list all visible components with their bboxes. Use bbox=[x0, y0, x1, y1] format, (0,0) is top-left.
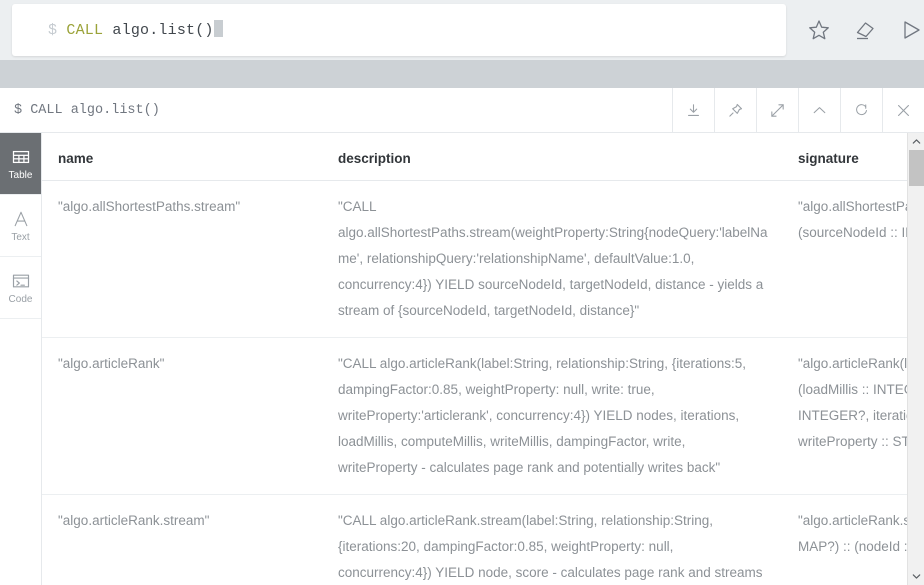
query-editor-input[interactable]: $ CALL algo.list() bbox=[12, 19, 223, 41]
query-editor-card[interactable]: $ CALL algo.list() bbox=[12, 4, 786, 56]
sidebar-item-table-label: Table bbox=[8, 169, 33, 181]
sidebar-item-text[interactable]: Text bbox=[0, 195, 41, 257]
table-row: "algo.articleRank" "CALL algo.articleRan… bbox=[42, 337, 924, 495]
refresh-icon[interactable] bbox=[840, 88, 882, 133]
sidebar-item-code[interactable]: Code bbox=[0, 257, 41, 319]
result-frame-header: $ CALL algo.list() bbox=[0, 88, 924, 133]
cell-name: "algo.articleRank" bbox=[42, 337, 322, 495]
vertical-scrollbar[interactable] bbox=[907, 133, 924, 585]
sidebar-item-table[interactable]: Table bbox=[0, 133, 41, 195]
result-frame: $ CALL algo.list() Table Text Code name … bbox=[0, 88, 924, 585]
frame-separator-band bbox=[0, 60, 924, 88]
column-header-signature[interactable]: signature bbox=[782, 133, 924, 181]
view-switcher-sidebar: Table Text Code bbox=[0, 133, 42, 585]
editor-query-rest: algo.list() bbox=[103, 21, 214, 39]
table-header-row: name description signature bbox=[42, 133, 924, 181]
cell-description: "CALL algo.articleRank(label:String, rel… bbox=[322, 337, 782, 495]
cell-description: "CALL algo.articleRank.stream(label:Stri… bbox=[322, 494, 782, 585]
pin-icon[interactable] bbox=[714, 88, 756, 133]
scrollbar-thumb[interactable] bbox=[909, 150, 924, 186]
text-a-icon bbox=[11, 209, 31, 229]
result-frame-body: Table Text Code name description signatu… bbox=[0, 133, 924, 585]
cell-name: "algo.articleRank.stream" bbox=[42, 494, 322, 585]
download-icon[interactable] bbox=[672, 88, 714, 133]
table-icon bbox=[11, 147, 31, 167]
frame-toolbar bbox=[672, 88, 924, 133]
table-row: "algo.allShortestPaths.stream" "CALL alg… bbox=[42, 180, 924, 338]
star-icon[interactable] bbox=[806, 17, 832, 43]
code-terminal-icon bbox=[11, 271, 31, 291]
eraser-icon[interactable] bbox=[852, 17, 878, 43]
text-cursor bbox=[213, 19, 223, 37]
results-table: name description signature "algo.allShor… bbox=[42, 133, 924, 585]
sidebar-item-code-label: Code bbox=[8, 293, 33, 305]
cell-signature: "algo.allShortestPaths.stream(weightProp… bbox=[782, 180, 924, 338]
column-header-description[interactable]: description bbox=[322, 133, 782, 181]
cell-description: "CALL algo.allShortestPaths.stream(weigh… bbox=[322, 180, 782, 338]
sidebar-item-text-label: Text bbox=[11, 231, 30, 243]
editor-keyword-call: CALL bbox=[66, 21, 104, 39]
expand-icon[interactable] bbox=[756, 88, 798, 133]
neo4j-browser-window: $ CALL algo.list() $ CALL algo.list() Ta… bbox=[0, 0, 924, 585]
query-editor-bar: $ CALL algo.list() bbox=[0, 0, 924, 60]
executed-query-text: $ CALL algo.list() bbox=[14, 102, 160, 118]
play-icon[interactable] bbox=[898, 17, 924, 43]
editor-prompt-symbol: $ bbox=[48, 21, 58, 39]
cell-name: "algo.allShortestPaths.stream" bbox=[42, 180, 322, 338]
scrollbar-track[interactable] bbox=[909, 150, 924, 568]
cell-signature: "algo.articleRank(label = :: STRING?, re… bbox=[782, 337, 924, 495]
cell-signature: "algo.articleRank.stream(label = :: STRI… bbox=[782, 494, 924, 585]
table-row: "algo.articleRank.stream" "CALL algo.art… bbox=[42, 494, 924, 585]
editor-actions bbox=[806, 17, 924, 43]
column-header-name[interactable]: name bbox=[42, 133, 322, 181]
chevron-up-icon[interactable] bbox=[908, 133, 924, 150]
close-icon[interactable] bbox=[882, 88, 924, 133]
collapse-chevron-up-icon[interactable] bbox=[798, 88, 840, 133]
chevron-down-icon[interactable] bbox=[908, 568, 924, 585]
results-table-scroll-area[interactable]: name description signature "algo.allShor… bbox=[42, 133, 924, 585]
